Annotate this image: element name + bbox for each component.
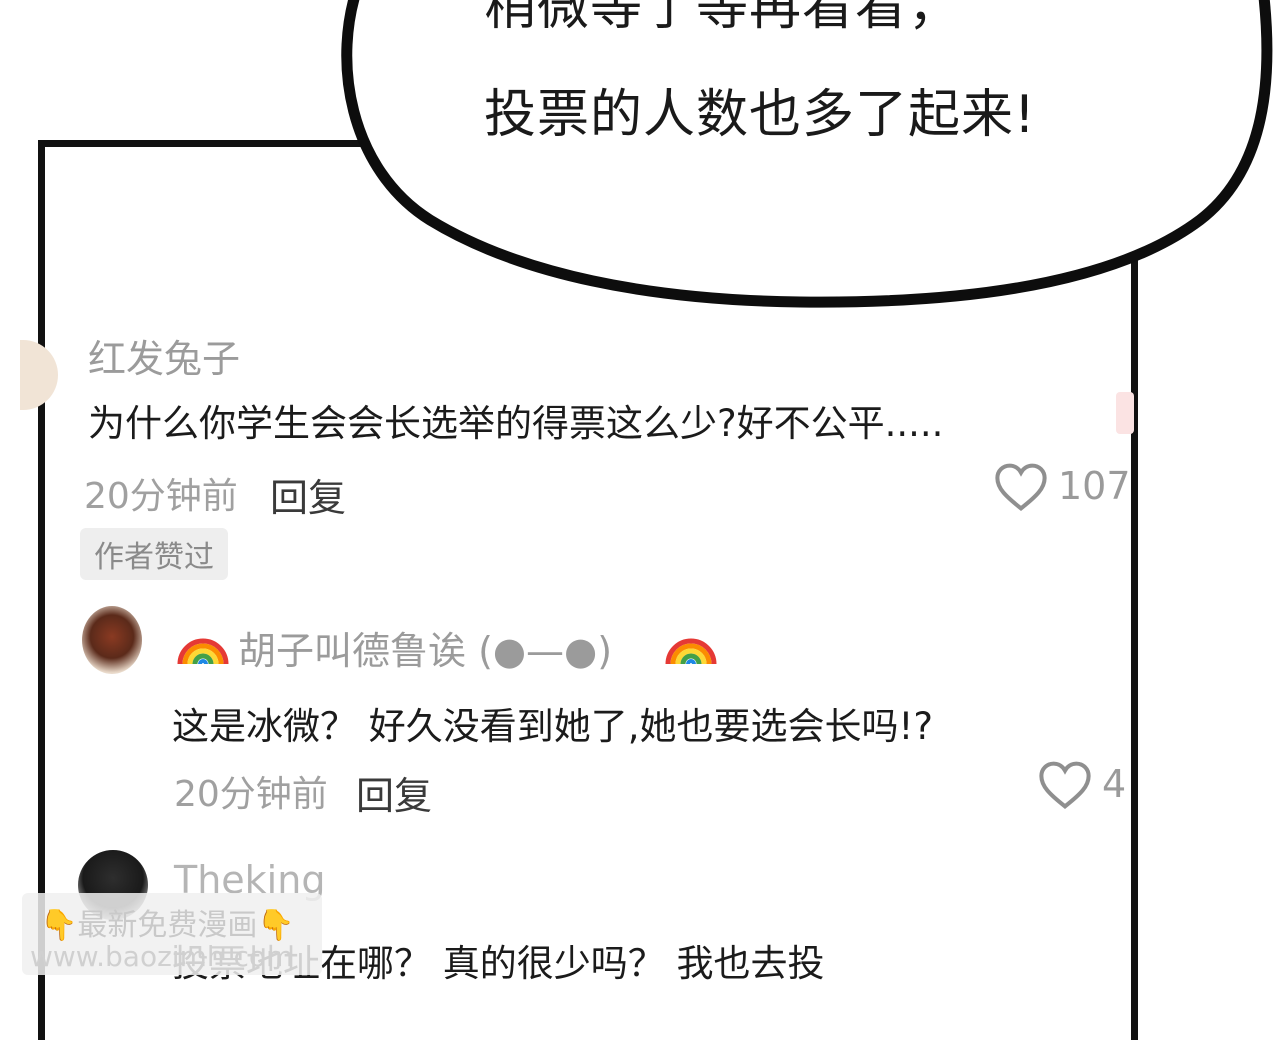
rainbow-icon bbox=[177, 638, 229, 665]
author-liked-badge: 作者赞过 bbox=[80, 528, 228, 580]
heart-outline-icon[interactable] bbox=[1038, 760, 1092, 810]
speech-bubble bbox=[341, 0, 1273, 308]
comment-username[interactable]: 胡子叫德鲁诶 (●—●) bbox=[238, 620, 612, 675]
avatar[interactable] bbox=[82, 606, 142, 674]
side-tag bbox=[1116, 392, 1134, 434]
pointing-down-icon: 👇 bbox=[257, 908, 295, 943]
comment-content: 为什么你学生会会长选举的得票这么少?好不公平..... bbox=[88, 402, 944, 445]
comment-username[interactable]: 红发兔子 bbox=[88, 328, 240, 383]
watermark-url: www.baozimh.com bbox=[30, 940, 294, 973]
like-count: 4 bbox=[1102, 762, 1127, 806]
pointing-down-icon: 👇 bbox=[40, 908, 78, 943]
comment-time: 20分钟前 bbox=[174, 774, 328, 815]
like-count: 107 bbox=[1058, 464, 1131, 508]
watermark-text: 👇最新免费漫画👇 bbox=[40, 908, 295, 943]
bubble-text-line2: 投票的人数也多了起来! bbox=[484, 85, 1036, 145]
bubble-text-line1: 稍微等了等再看看， bbox=[484, 0, 962, 37]
comment-content: 这是冰微？ 好久没看到她了,她也要选会长吗!? bbox=[172, 705, 933, 748]
comment-time: 20分钟前 bbox=[84, 476, 238, 517]
reply-button[interactable]: 回复 bbox=[270, 467, 346, 522]
rainbow-icon bbox=[665, 638, 717, 665]
heart-outline-icon[interactable] bbox=[994, 462, 1048, 512]
reply-button[interactable]: 回复 bbox=[356, 765, 432, 820]
